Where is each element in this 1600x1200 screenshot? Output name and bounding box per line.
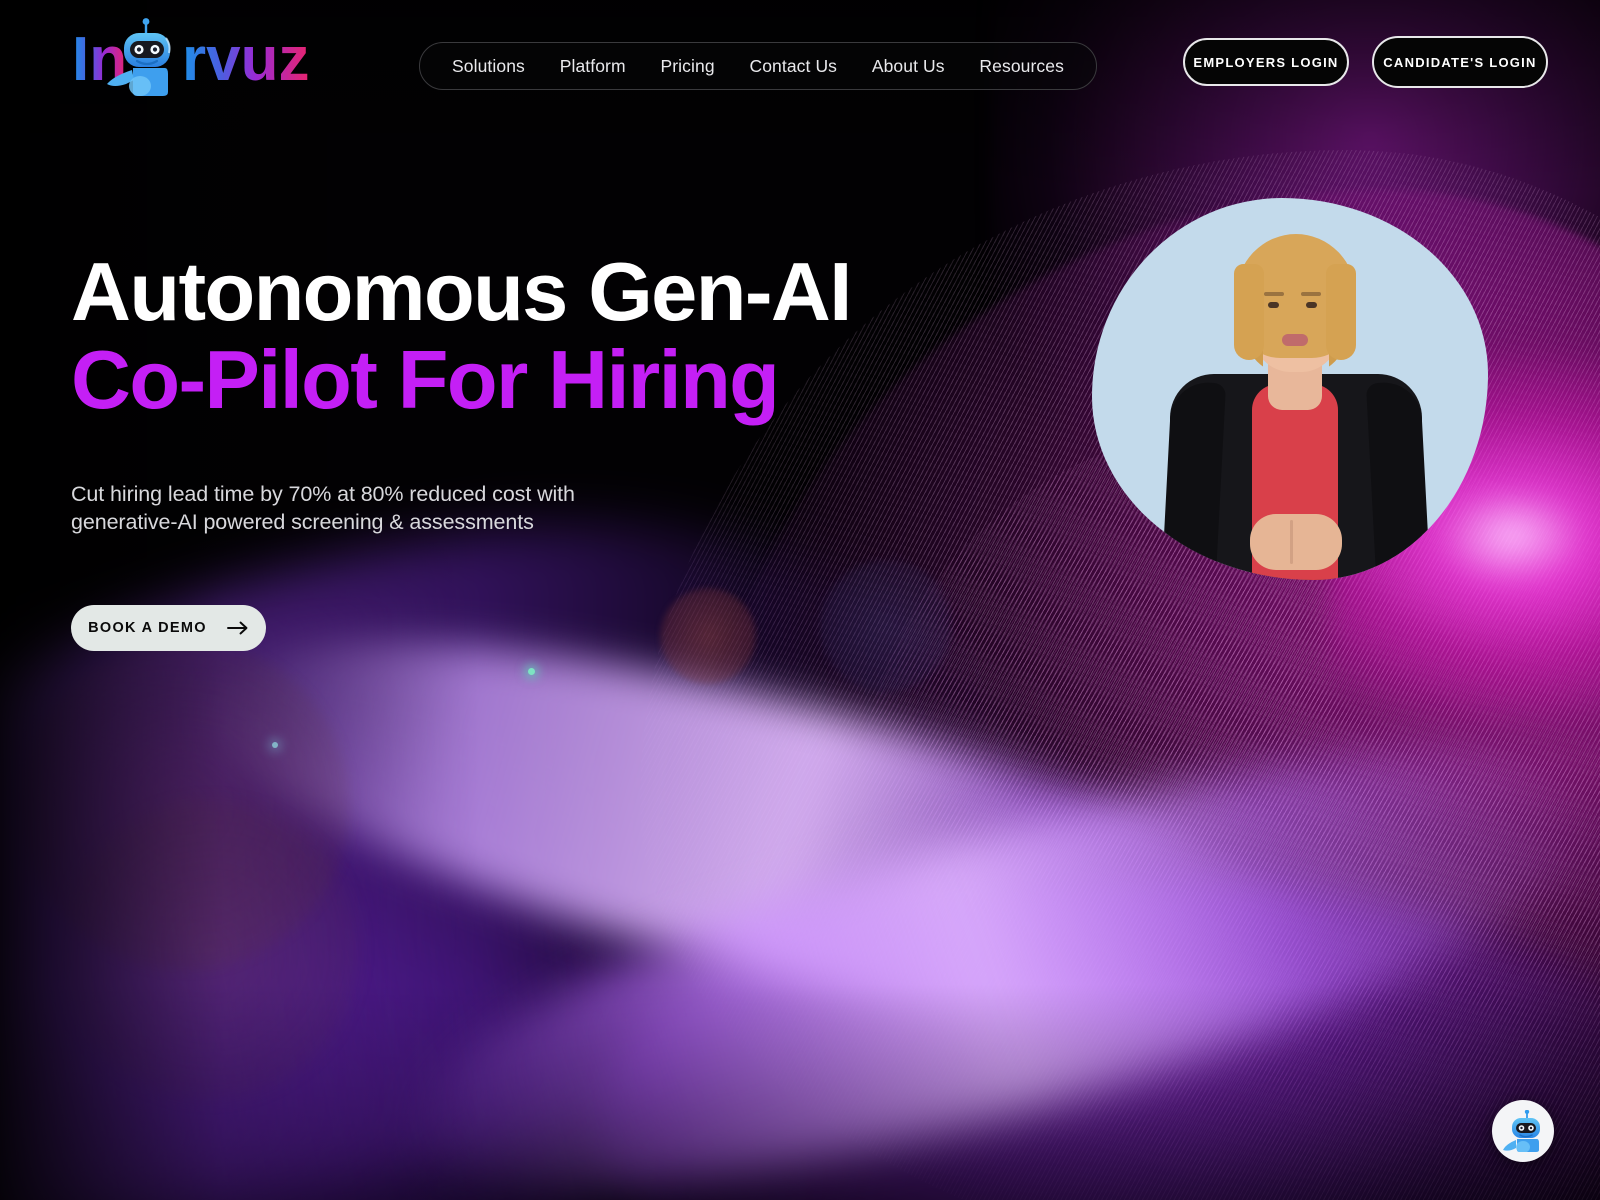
headline-line-2: Co-Pilot For Hiring xyxy=(71,332,780,426)
nav-item-about-us[interactable]: About Us xyxy=(870,52,947,81)
hero-subtitle: Cut hiring lead time by 70% at 80% reduc… xyxy=(71,481,575,535)
presenter-hands xyxy=(1250,514,1342,570)
nav-item-solutions[interactable]: Solutions xyxy=(450,52,527,81)
svg-text:rvuz: rvuz xyxy=(182,25,309,94)
presenter-eye-right xyxy=(1306,302,1317,308)
presenter-mouth xyxy=(1282,334,1308,346)
presenter-eye-left xyxy=(1268,302,1279,308)
lens-flare-warm-small xyxy=(60,800,360,1100)
page-root: In rvuz Solutions Platform Pricing Conta… xyxy=(0,0,1600,1200)
presenter-hair-right xyxy=(1326,264,1356,360)
auth-button-group: EMPLOYERS LOGIN CANDIDATE'S LOGIN xyxy=(1183,36,1548,88)
presenter-eyebrow-right xyxy=(1301,292,1321,296)
robot-chat-icon xyxy=(1503,1110,1540,1152)
arrow-right-icon xyxy=(226,621,249,635)
page-title: Autonomous Gen-AI Co-Pilot For Hiring xyxy=(71,245,852,426)
hero-section: Autonomous Gen-AI Co-Pilot For Hiring Cu… xyxy=(71,245,852,651)
nav-item-resources[interactable]: Resources xyxy=(977,52,1066,81)
presenter-video-blob xyxy=(1092,198,1488,580)
blue-sparkle-dot xyxy=(272,742,278,748)
candidates-login-button[interactable]: CANDIDATE'S LOGIN xyxy=(1372,36,1548,88)
teal-sparkle-dot xyxy=(528,668,535,675)
book-a-demo-label: BOOK A DEMO xyxy=(88,619,207,636)
nav-item-platform[interactable]: Platform xyxy=(558,52,628,81)
chat-widget-button[interactable] xyxy=(1492,1100,1554,1162)
presenter-hair-left xyxy=(1234,264,1264,360)
main-navigation[interactable]: Solutions Platform Pricing Contact Us Ab… xyxy=(419,42,1097,90)
headline-line-1: Autonomous Gen-AI xyxy=(71,245,852,338)
nav-item-contact-us[interactable]: Contact Us xyxy=(747,52,839,81)
presenter-eyebrow-left xyxy=(1264,292,1284,296)
brand-logo[interactable]: In rvuz xyxy=(70,18,370,96)
employers-login-button[interactable]: EMPLOYERS LOGIN xyxy=(1183,38,1349,86)
nav-item-pricing[interactable]: Pricing xyxy=(658,52,716,81)
blob-shape-mask xyxy=(1092,198,1488,580)
presenter-person-illustration xyxy=(1092,198,1488,580)
book-a-demo-button[interactable]: BOOK A DEMO xyxy=(71,604,266,651)
site-header: In rvuz Solutions Platform Pricing Conta… xyxy=(0,0,1600,118)
